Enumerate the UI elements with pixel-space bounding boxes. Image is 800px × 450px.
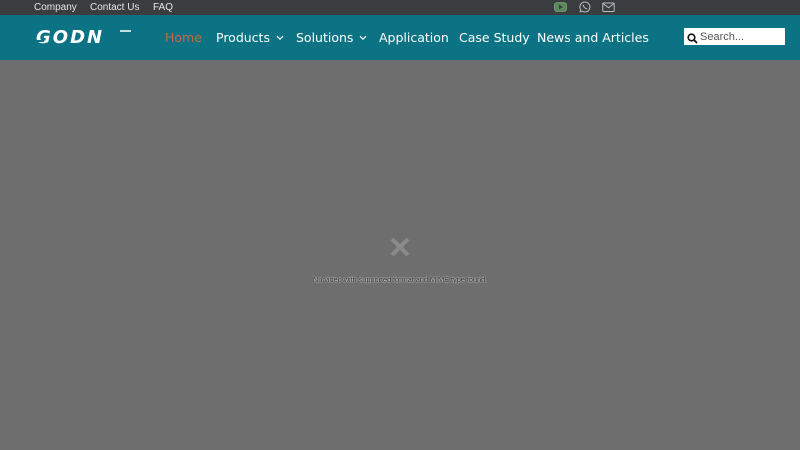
nav-products[interactable]: Products <box>216 15 284 60</box>
chevron-down-icon <box>276 14 284 59</box>
search-box[interactable] <box>684 28 785 45</box>
main-header: GODN Home Products Solutions Application… <box>0 15 800 60</box>
nav-news-and-articles-label: News and Articles <box>537 30 649 45</box>
nav-home[interactable]: Home <box>165 15 202 60</box>
video-player[interactable]: No video with supported format and MIME … <box>0 60 800 450</box>
nav-solutions-label: Solutions <box>296 30 354 45</box>
video-error-message: No video with supported format and MIME … <box>312 275 488 284</box>
nav-application-label: Application <box>379 30 449 45</box>
top-utility-bar: Company Contact Us FAQ <box>0 0 800 15</box>
logo-text: GODN <box>36 27 104 47</box>
whatsapp-icon[interactable] <box>579 1 591 13</box>
nav-news-and-articles[interactable]: News and Articles <box>537 15 649 60</box>
youtube-icon[interactable] <box>554 1 567 13</box>
nav-case-study-label: Case Study <box>459 30 530 45</box>
nav-case-study[interactable]: Case Study <box>459 15 530 60</box>
top-link-company[interactable]: Company <box>34 2 77 13</box>
close-icon <box>389 236 411 258</box>
top-link-faq[interactable]: FAQ <box>153 2 173 13</box>
site-logo[interactable]: GODN <box>34 27 132 47</box>
mail-icon[interactable] <box>602 1 615 13</box>
nav-products-label: Products <box>216 30 270 45</box>
search-input[interactable] <box>700 28 784 45</box>
search-icon[interactable] <box>687 31 698 44</box>
nav-solutions[interactable]: Solutions <box>296 15 367 60</box>
nav-home-label: Home <box>165 30 202 45</box>
chevron-down-icon <box>359 14 367 59</box>
top-link-contact-us[interactable]: Contact Us <box>90 2 139 13</box>
nav-application[interactable]: Application <box>379 15 449 60</box>
